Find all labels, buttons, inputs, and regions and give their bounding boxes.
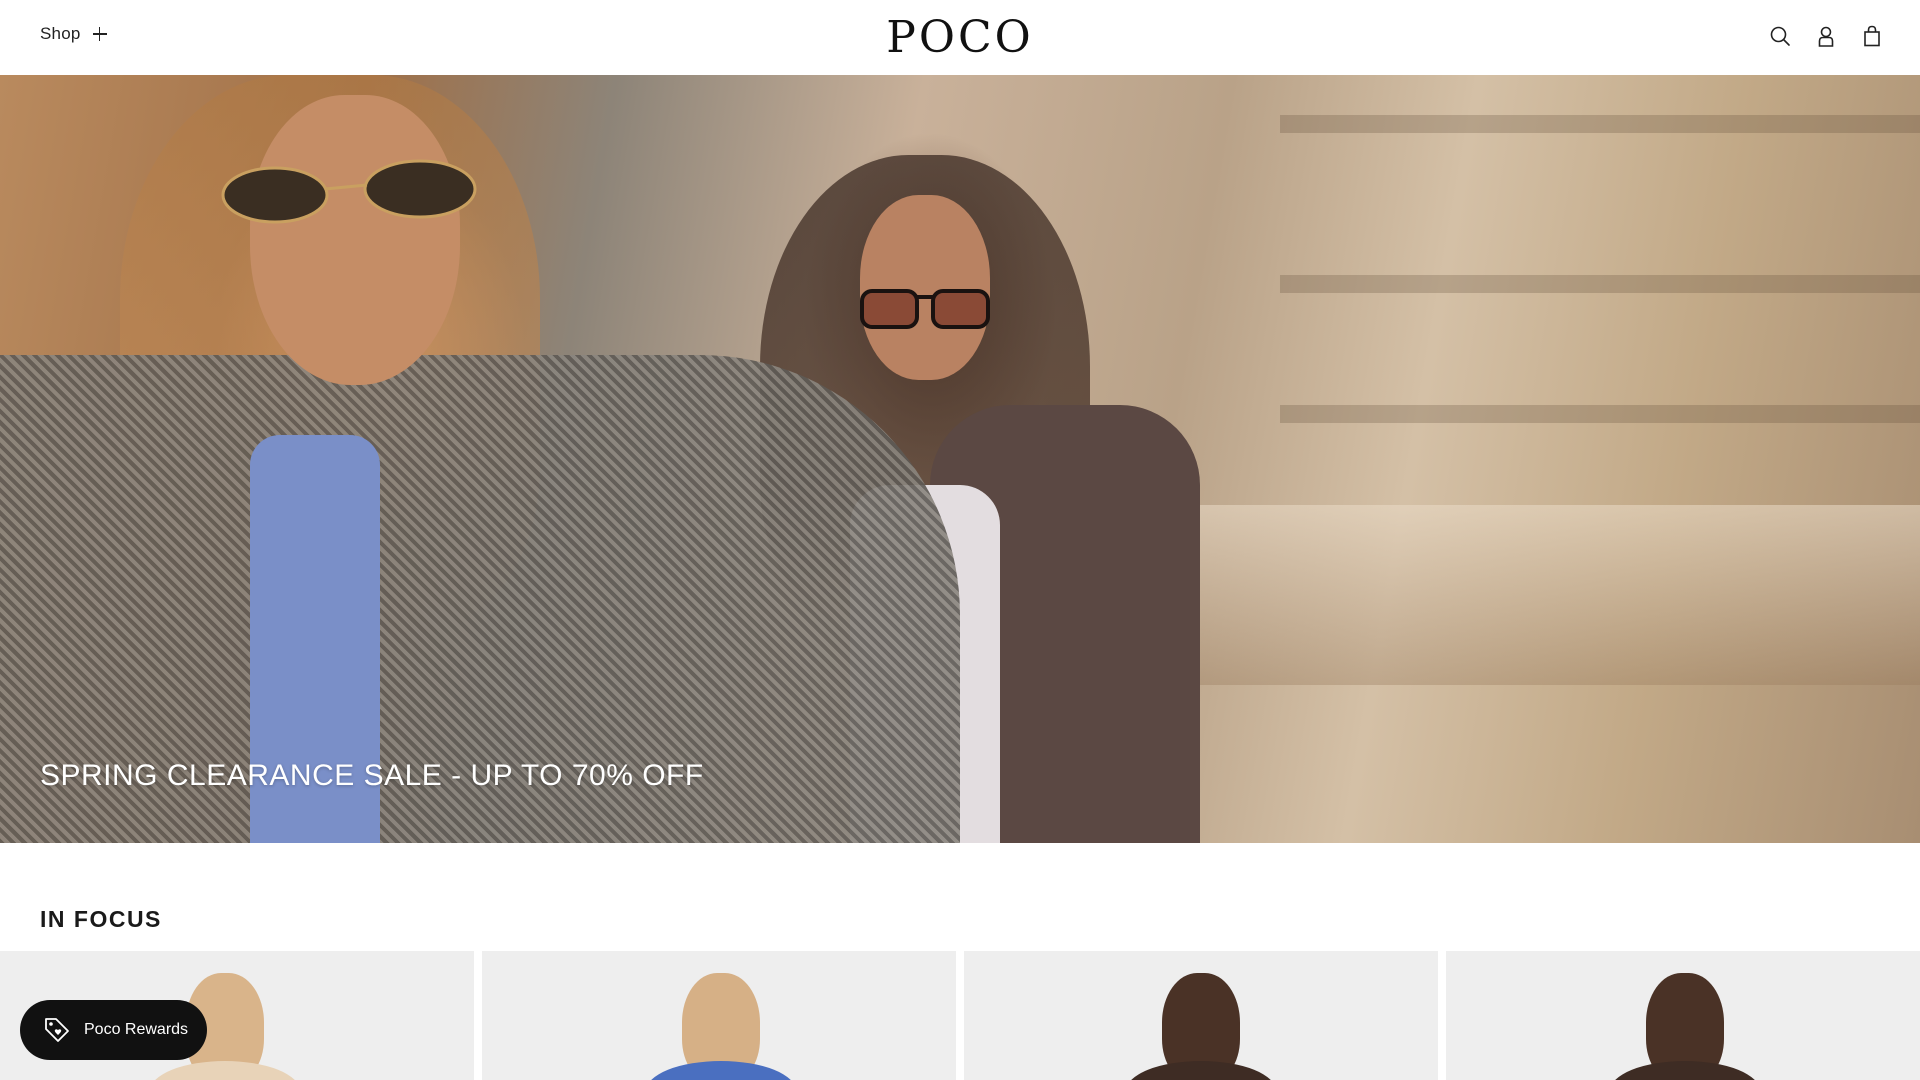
sunglasses-icon <box>860 289 990 329</box>
product-image-shoulders <box>646 1061 796 1080</box>
account-icon[interactable] <box>1814 24 1838 48</box>
bag-icon[interactable] <box>1860 24 1884 48</box>
shop-label: Shop <box>40 24 81 43</box>
product-card[interactable] <box>482 951 956 1080</box>
model-face-left <box>250 95 460 385</box>
product-image-shoulders <box>1610 1061 1760 1080</box>
shop-menu-button[interactable]: Shop <box>40 24 107 44</box>
product-card[interactable] <box>1446 951 1920 1080</box>
stone-ledge <box>1180 505 1920 685</box>
hero-banner[interactable]: SPRING CLEARANCE SALE - UP TO 70% OFF <box>0 75 1920 843</box>
product-card[interactable] <box>964 951 1438 1080</box>
plus-icon <box>92 27 107 41</box>
search-icon[interactable] <box>1768 24 1792 48</box>
stone-band <box>1280 115 1920 133</box>
section-title-in-focus: IN FOCUS <box>40 906 162 932</box>
site-header: Shop POCO <box>0 0 1920 75</box>
product-grid <box>0 951 1920 1080</box>
rewards-button[interactable]: Poco Rewards <box>20 1000 207 1060</box>
product-image-shoulders <box>1126 1061 1276 1080</box>
site-logo[interactable]: POCO <box>886 12 1033 63</box>
stone-band <box>1280 275 1920 293</box>
sunglasses-icon <box>221 159 477 224</box>
hero-caption[interactable]: SPRING CLEARANCE SALE - UP TO 70% OFF <box>40 759 704 793</box>
header-actions <box>1768 24 1884 48</box>
product-image-shoulders <box>150 1061 300 1080</box>
tag-heart-icon <box>45 1018 69 1042</box>
stone-band <box>1280 405 1920 423</box>
rewards-label: Poco Rewards <box>84 1021 189 1038</box>
